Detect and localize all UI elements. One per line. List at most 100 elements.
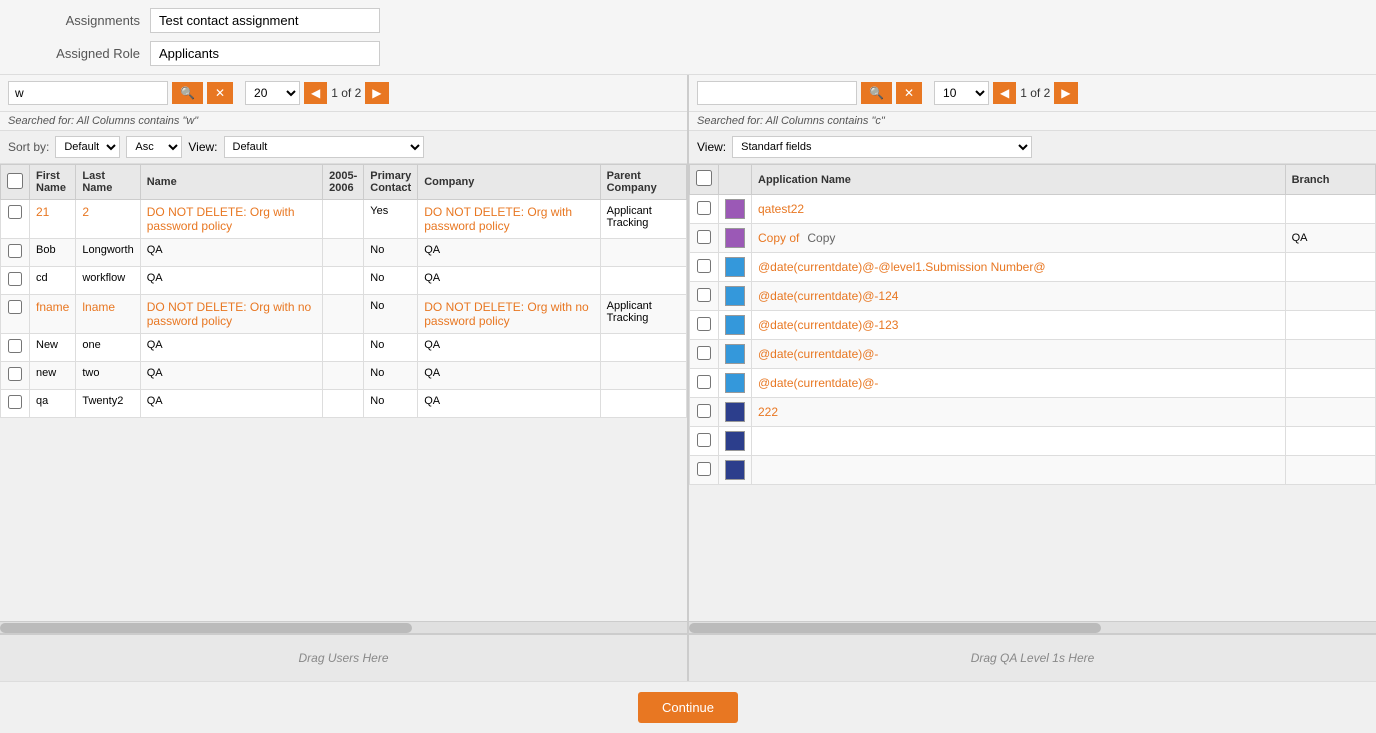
left-search-input[interactable] — [8, 81, 168, 105]
left-select-all-checkbox[interactable] — [7, 173, 23, 189]
right-row-checkbox[interactable] — [697, 462, 711, 476]
right-app-name-link[interactable]: qatest22 — [758, 202, 804, 216]
right-view-select[interactable]: Standarf fields — [732, 136, 1032, 158]
right-select-all-checkbox[interactable] — [696, 170, 712, 186]
right-table-row: qatest22 — [690, 195, 1376, 224]
left-next-button[interactable]: ▶ — [365, 82, 388, 104]
right-prev-button[interactable]: ◀ — [993, 82, 1016, 104]
left-row-checkbox[interactable] — [8, 367, 22, 381]
left-row-link-firstName[interactable]: fname — [36, 300, 69, 314]
right-row-checkbox[interactable] — [697, 404, 711, 418]
right-app-name-link[interactable]: @date(currentdate)@-124 — [758, 289, 898, 303]
right-app-name-cell: @date(currentdate)@- — [752, 340, 1286, 369]
sort-select[interactable]: Default — [55, 136, 120, 158]
main-content: 🔍 ✕ 2050100 ◀ 1 of 2 ▶ Searched for: All… — [0, 75, 1376, 681]
right-page-size-select[interactable]: 102050 — [934, 81, 989, 105]
left-view-select[interactable]: Default — [224, 136, 424, 158]
right-app-name-cell — [752, 456, 1286, 485]
left-clear-button[interactable]: ✕ — [207, 82, 233, 104]
left-table-container: FirstName LastName Name 2005-2006 Primar… — [0, 164, 687, 621]
right-drag-text: Drag QA Level 1s Here — [971, 651, 1095, 665]
right-table-row: @date(currentdate)@- — [690, 369, 1376, 398]
left-table: FirstName LastName Name 2005-2006 Primar… — [0, 164, 687, 418]
right-branch-cell — [1285, 253, 1375, 282]
col-header-year: 2005-2006 — [323, 165, 364, 200]
left-table-row: fname lname DO NOT DELETE: Org with no pas… — [1, 295, 687, 334]
left-page-size-select[interactable]: 2050100 — [245, 81, 300, 105]
assignments-select[interactable]: Test contact assignment — [150, 8, 380, 33]
right-branch-cell — [1285, 311, 1375, 340]
right-app-name-link[interactable]: 222 — [758, 405, 778, 419]
right-app-name-cell: qatest22 — [752, 195, 1286, 224]
left-row-checkbox[interactable] — [8, 395, 22, 409]
row-color-indicator — [725, 373, 745, 393]
left-scrollbar[interactable] — [0, 621, 687, 633]
left-drag-text: Drag Users Here — [298, 651, 388, 665]
left-row-link-company[interactable]: DO NOT DELETE: Org with password policy — [424, 205, 572, 233]
right-drag-area[interactable]: Drag QA Level 1s Here — [689, 633, 1376, 681]
left-row-checkbox[interactable] — [8, 339, 22, 353]
assignments-label: Assignments — [20, 13, 140, 28]
left-row-link-name[interactable]: DO NOT DELETE: Org with no password poli… — [147, 300, 312, 328]
left-table-row: newtwoQANoQA — [1, 362, 687, 390]
right-panel: 🔍 ✕ 102050 ◀ 1 of 2 ▶ Searched for: All … — [689, 75, 1376, 681]
row-color-indicator — [725, 431, 745, 451]
right-app-name-link[interactable]: @date(currentdate)@-123 — [758, 318, 898, 332]
sort-label: Sort by: — [8, 140, 49, 154]
row-color-indicator — [725, 460, 745, 480]
left-row-link-company[interactable]: DO NOT DELETE: Org with no password poli… — [424, 300, 589, 328]
right-table-row — [690, 427, 1376, 456]
left-row-checkbox[interactable] — [8, 272, 22, 286]
left-row-checkbox[interactable] — [8, 300, 22, 314]
left-row-link-lastName[interactable]: lname — [82, 300, 115, 314]
row-color-indicator — [725, 315, 745, 335]
right-app-name-cell: @date(currentdate)@-123 — [752, 311, 1286, 340]
right-app-name-link[interactable]: @date(currentdate)@- — [758, 347, 878, 361]
right-search-info: Searched for: All Columns contains "c" — [689, 112, 1376, 131]
right-app-name-link[interactable]: @date(currentdate)@-@level1.Submission N… — [758, 260, 1046, 274]
right-scrollbar[interactable] — [689, 621, 1376, 633]
right-view-bar: View: Standarf fields — [689, 131, 1376, 164]
left-search-info: Searched for: All Columns contains "w" — [0, 112, 687, 131]
col-header-branch: Branch — [1285, 165, 1375, 195]
left-row-checkbox[interactable] — [8, 205, 22, 219]
right-app-name-cell: 222 — [752, 398, 1286, 427]
left-search-button[interactable]: 🔍 — [172, 82, 203, 104]
continue-button[interactable]: Continue — [638, 692, 738, 723]
assignments-dropdown-wrapper: Test contact assignment — [150, 8, 380, 33]
left-row-link-firstName[interactable]: 21 — [36, 205, 49, 219]
right-branch-cell — [1285, 340, 1375, 369]
right-branch-cell — [1285, 427, 1375, 456]
left-row-link-name[interactable]: DO NOT DELETE: Org with password policy — [147, 205, 295, 233]
left-drag-area[interactable]: Drag Users Here — [0, 633, 687, 681]
right-row-checkbox[interactable] — [697, 259, 711, 273]
assigned-role-select[interactable]: Applicants — [150, 41, 380, 66]
right-row-checkbox[interactable] — [697, 201, 711, 215]
view-label-left: View: — [188, 140, 217, 154]
left-row-link-lastName[interactable]: 2 — [82, 205, 89, 219]
row-color-indicator — [725, 286, 745, 306]
left-row-checkbox[interactable] — [8, 244, 22, 258]
right-table: Application Name Branch qatest22 Copy ofC… — [689, 164, 1376, 485]
right-row-checkbox[interactable] — [697, 433, 711, 447]
right-row-checkbox[interactable] — [697, 230, 711, 244]
col-header-parent-company: ParentCompany — [600, 165, 686, 200]
col-header-app-name: Application Name — [752, 165, 1286, 195]
right-search-input[interactable] — [697, 81, 857, 105]
right-next-button[interactable]: ▶ — [1054, 82, 1077, 104]
right-app-name-link[interactable]: Copy of — [758, 231, 799, 245]
right-row-checkbox[interactable] — [697, 288, 711, 302]
right-row-checkbox[interactable] — [697, 375, 711, 389]
right-search-button[interactable]: 🔍 — [861, 82, 892, 104]
left-prev-button[interactable]: ◀ — [304, 82, 327, 104]
right-row-checkbox[interactable] — [697, 346, 711, 360]
right-clear-button[interactable]: ✕ — [896, 82, 922, 104]
right-branch-cell — [1285, 398, 1375, 427]
right-search-bar: 🔍 ✕ 102050 ◀ 1 of 2 ▶ — [689, 75, 1376, 112]
right-branch-cell — [1285, 456, 1375, 485]
sort-dir-select[interactable]: AscDesc — [126, 136, 182, 158]
right-app-name-link[interactable]: @date(currentdate)@- — [758, 376, 878, 390]
right-row-checkbox[interactable] — [697, 317, 711, 331]
right-table-row: Copy ofCopyQA — [690, 224, 1376, 253]
row-color-indicator — [725, 199, 745, 219]
